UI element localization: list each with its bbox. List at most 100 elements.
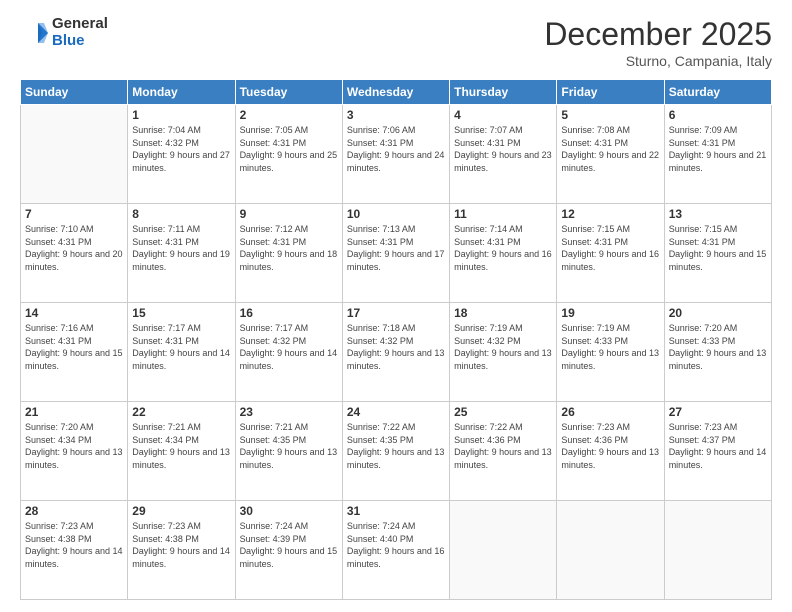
week-row-5: 28 Sunrise: 7:23 AMSunset: 4:38 PMDayligh… bbox=[21, 501, 772, 600]
calendar-cell: 10 Sunrise: 7:13 AMSunset: 4:31 PMDayligh… bbox=[342, 204, 449, 303]
day-number: 3 bbox=[347, 108, 445, 122]
week-row-2: 7 Sunrise: 7:10 AMSunset: 4:31 PMDaylight… bbox=[21, 204, 772, 303]
day-info: Sunrise: 7:24 AMSunset: 4:39 PMDaylight:… bbox=[240, 520, 338, 570]
day-info: Sunrise: 7:23 AMSunset: 4:38 PMDaylight:… bbox=[25, 520, 123, 570]
calendar-cell: 7 Sunrise: 7:10 AMSunset: 4:31 PMDaylight… bbox=[21, 204, 128, 303]
weekday-header-saturday: Saturday bbox=[664, 80, 771, 105]
calendar-cell: 20 Sunrise: 7:20 AMSunset: 4:33 PMDayligh… bbox=[664, 303, 771, 402]
day-number: 9 bbox=[240, 207, 338, 221]
week-row-1: 1 Sunrise: 7:04 AMSunset: 4:32 PMDaylight… bbox=[21, 105, 772, 204]
day-info: Sunrise: 7:07 AMSunset: 4:31 PMDaylight:… bbox=[454, 124, 552, 174]
day-number: 10 bbox=[347, 207, 445, 221]
day-info: Sunrise: 7:17 AMSunset: 4:32 PMDaylight:… bbox=[240, 322, 338, 372]
day-info: Sunrise: 7:05 AMSunset: 4:31 PMDaylight:… bbox=[240, 124, 338, 174]
day-number: 20 bbox=[669, 306, 767, 320]
weekday-header-thursday: Thursday bbox=[450, 80, 557, 105]
day-number: 13 bbox=[669, 207, 767, 221]
page: General Blue December 2025 Sturno, Campa… bbox=[0, 0, 792, 612]
day-info: Sunrise: 7:12 AMSunset: 4:31 PMDaylight:… bbox=[240, 223, 338, 273]
day-number: 7 bbox=[25, 207, 123, 221]
day-info: Sunrise: 7:20 AMSunset: 4:33 PMDaylight:… bbox=[669, 322, 767, 372]
day-number: 19 bbox=[561, 306, 659, 320]
calendar-cell: 25 Sunrise: 7:22 AMSunset: 4:36 PMDayligh… bbox=[450, 402, 557, 501]
day-info: Sunrise: 7:23 AMSunset: 4:37 PMDaylight:… bbox=[669, 421, 767, 471]
day-number: 30 bbox=[240, 504, 338, 518]
day-number: 23 bbox=[240, 405, 338, 419]
weekday-header-monday: Monday bbox=[128, 80, 235, 105]
calendar-table: SundayMondayTuesdayWednesdayThursdayFrid… bbox=[20, 79, 772, 600]
logo-general-text: General bbox=[52, 16, 108, 33]
calendar-cell: 3 Sunrise: 7:06 AMSunset: 4:31 PMDaylight… bbox=[342, 105, 449, 204]
calendar-cell: 26 Sunrise: 7:23 AMSunset: 4:36 PMDayligh… bbox=[557, 402, 664, 501]
calendar-cell bbox=[664, 501, 771, 600]
week-row-3: 14 Sunrise: 7:16 AMSunset: 4:31 PMDayligh… bbox=[21, 303, 772, 402]
day-info: Sunrise: 7:21 AMSunset: 4:34 PMDaylight:… bbox=[132, 421, 230, 471]
day-number: 11 bbox=[454, 207, 552, 221]
day-number: 17 bbox=[347, 306, 445, 320]
day-number: 16 bbox=[240, 306, 338, 320]
day-info: Sunrise: 7:09 AMSunset: 4:31 PMDaylight:… bbox=[669, 124, 767, 174]
week-row-4: 21 Sunrise: 7:20 AMSunset: 4:34 PMDayligh… bbox=[21, 402, 772, 501]
calendar-cell: 31Sunrise: 7:24 AMSunset: 4:40 PMDayligh… bbox=[342, 501, 449, 600]
day-info: Sunrise: 7:22 AMSunset: 4:36 PMDaylight:… bbox=[454, 421, 552, 471]
day-number: 14 bbox=[25, 306, 123, 320]
weekday-header-row: SundayMondayTuesdayWednesdayThursdayFrid… bbox=[21, 80, 772, 105]
calendar-cell: 12Sunrise: 7:15 AMSunset: 4:31 PMDayligh… bbox=[557, 204, 664, 303]
day-info: Sunrise: 7:06 AMSunset: 4:31 PMDaylight:… bbox=[347, 124, 445, 174]
calendar-cell: 1 Sunrise: 7:04 AMSunset: 4:32 PMDaylight… bbox=[128, 105, 235, 204]
day-info: Sunrise: 7:20 AMSunset: 4:34 PMDaylight:… bbox=[25, 421, 123, 471]
day-number: 15 bbox=[132, 306, 230, 320]
day-info: Sunrise: 7:22 AMSunset: 4:35 PMDaylight:… bbox=[347, 421, 445, 471]
day-info: Sunrise: 7:19 AMSunset: 4:33 PMDaylight:… bbox=[561, 322, 659, 372]
day-info: Sunrise: 7:23 AMSunset: 4:38 PMDaylight:… bbox=[132, 520, 230, 570]
day-info: Sunrise: 7:15 AMSunset: 4:31 PMDaylight:… bbox=[669, 223, 767, 273]
day-info: Sunrise: 7:10 AMSunset: 4:31 PMDaylight:… bbox=[25, 223, 123, 273]
day-number: 25 bbox=[454, 405, 552, 419]
day-number: 29 bbox=[132, 504, 230, 518]
day-info: Sunrise: 7:16 AMSunset: 4:31 PMDaylight:… bbox=[25, 322, 123, 372]
calendar-cell: 18 Sunrise: 7:19 AMSunset: 4:32 PMDayligh… bbox=[450, 303, 557, 402]
calendar-cell: 30 Sunrise: 7:24 AMSunset: 4:39 PMDayligh… bbox=[235, 501, 342, 600]
calendar-cell: 11 Sunrise: 7:14 AMSunset: 4:31 PMDayligh… bbox=[450, 204, 557, 303]
day-info: Sunrise: 7:23 AMSunset: 4:36 PMDaylight:… bbox=[561, 421, 659, 471]
calendar-cell: 15 Sunrise: 7:17 AMSunset: 4:31 PMDayligh… bbox=[128, 303, 235, 402]
day-number: 27 bbox=[669, 405, 767, 419]
location: Sturno, Campania, Italy bbox=[544, 53, 772, 69]
calendar-cell: 13 Sunrise: 7:15 AMSunset: 4:31 PMDayligh… bbox=[664, 204, 771, 303]
calendar-cell: 4Sunrise: 7:07 AMSunset: 4:31 PMDaylight… bbox=[450, 105, 557, 204]
day-number: 8 bbox=[132, 207, 230, 221]
day-number: 22 bbox=[132, 405, 230, 419]
day-info: Sunrise: 7:21 AMSunset: 4:35 PMDaylight:… bbox=[240, 421, 338, 471]
day-info: Sunrise: 7:15 AMSunset: 4:31 PMDaylight:… bbox=[561, 223, 659, 273]
day-info: Sunrise: 7:04 AMSunset: 4:32 PMDaylight:… bbox=[132, 124, 230, 174]
weekday-header-friday: Friday bbox=[557, 80, 664, 105]
day-info: Sunrise: 7:14 AMSunset: 4:31 PMDaylight:… bbox=[454, 223, 552, 273]
logo-blue-text: Blue bbox=[52, 33, 108, 50]
day-number: 18 bbox=[454, 306, 552, 320]
day-number: 1 bbox=[132, 108, 230, 122]
weekday-header-wednesday: Wednesday bbox=[342, 80, 449, 105]
month-title: December 2025 bbox=[544, 16, 772, 53]
calendar-cell: 19 Sunrise: 7:19 AMSunset: 4:33 PMDayligh… bbox=[557, 303, 664, 402]
day-info: Sunrise: 7:13 AMSunset: 4:31 PMDaylight:… bbox=[347, 223, 445, 273]
day-number: 26 bbox=[561, 405, 659, 419]
calendar-cell: 21 Sunrise: 7:20 AMSunset: 4:34 PMDayligh… bbox=[21, 402, 128, 501]
logo-icon bbox=[20, 19, 48, 47]
calendar-cell bbox=[450, 501, 557, 600]
day-info: Sunrise: 7:11 AMSunset: 4:31 PMDaylight:… bbox=[132, 223, 230, 273]
day-info: Sunrise: 7:17 AMSunset: 4:31 PMDaylight:… bbox=[132, 322, 230, 372]
day-info: Sunrise: 7:08 AMSunset: 4:31 PMDaylight:… bbox=[561, 124, 659, 174]
calendar-cell: 24 Sunrise: 7:22 AMSunset: 4:35 PMDayligh… bbox=[342, 402, 449, 501]
day-info: Sunrise: 7:19 AMSunset: 4:32 PMDaylight:… bbox=[454, 322, 552, 372]
calendar-cell bbox=[21, 105, 128, 204]
day-number: 28 bbox=[25, 504, 123, 518]
day-number: 24 bbox=[347, 405, 445, 419]
calendar-cell: 28 Sunrise: 7:23 AMSunset: 4:38 PMDayligh… bbox=[21, 501, 128, 600]
day-info: Sunrise: 7:24 AMSunset: 4:40 PMDaylight:… bbox=[347, 520, 445, 570]
day-number: 21 bbox=[25, 405, 123, 419]
day-info: Sunrise: 7:18 AMSunset: 4:32 PMDaylight:… bbox=[347, 322, 445, 372]
day-number: 6 bbox=[669, 108, 767, 122]
calendar-cell: 2Sunrise: 7:05 AMSunset: 4:31 PMDaylight… bbox=[235, 105, 342, 204]
calendar-cell: 5Sunrise: 7:08 AMSunset: 4:31 PMDaylight… bbox=[557, 105, 664, 204]
calendar-cell: 8 Sunrise: 7:11 AMSunset: 4:31 PMDaylight… bbox=[128, 204, 235, 303]
